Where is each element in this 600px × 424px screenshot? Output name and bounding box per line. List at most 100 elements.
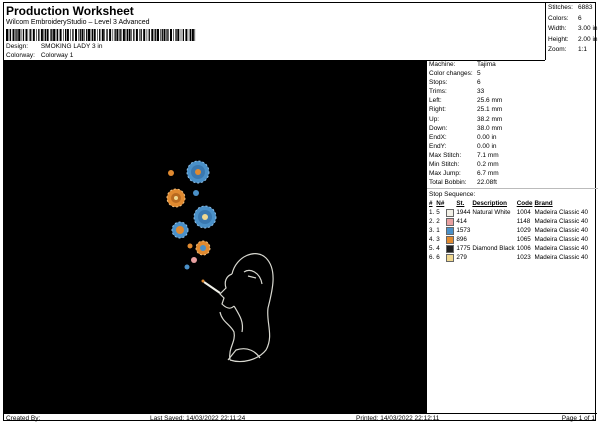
panel-divider [427, 188, 598, 190]
barcode-bar [51, 29, 53, 41]
barcode-bar [38, 29, 40, 41]
cell-st: 1775 [456, 245, 471, 253]
cell-st: 1944 [456, 209, 471, 217]
barcode-bar [188, 29, 190, 41]
barcode-bar [101, 29, 104, 41]
table-row: 3. 1 1573 1029 Madeira Classic 40 [428, 226, 589, 235]
stat-value: 25.6 mm [477, 97, 503, 105]
barcode-bar [139, 29, 140, 41]
stat-value: 6.7 mm [477, 170, 499, 178]
barcode-bar [70, 29, 71, 41]
stat-value: 38.0 mm [477, 124, 503, 132]
barcode-bar [155, 29, 157, 41]
stat-value: 22.08ft [477, 179, 497, 187]
summary-key: Width: [548, 25, 567, 32]
page-title: Production Worksheet [6, 4, 134, 18]
barcode-bar [128, 29, 131, 41]
color-swatch-cell [445, 244, 455, 253]
barcode-bar [63, 29, 64, 41]
barcode-bar [81, 29, 84, 41]
stat-row: Right: 25.1 mm [427, 105, 598, 114]
stat-row: Max Stitch: 7.1 mm [427, 151, 598, 160]
stat-value: 6 [477, 79, 481, 87]
barcode-bar [8, 29, 10, 41]
stat-key: Trims: [429, 88, 447, 96]
stat-row: Machine: Tajima [427, 60, 598, 69]
column-header: Description [472, 200, 507, 208]
summary-row: Stitches: 6883 [546, 3, 598, 14]
barcode-bar [125, 29, 127, 41]
summary-row: Colors: 6 [546, 14, 598, 25]
cell-n: 4. [429, 236, 435, 244]
lady-outline [219, 253, 274, 363]
barcode-bar [194, 29, 196, 41]
color-swatch [446, 217, 455, 226]
barcode-bar [53, 29, 56, 41]
barcode-bar [79, 29, 81, 41]
stat-row: Trims: 33 [427, 87, 598, 96]
barcode-bar [112, 29, 114, 41]
summary-key: Colors: [548, 14, 569, 22]
stat-row: Down: 38.0 mm [427, 124, 598, 133]
barcode-bar [106, 29, 108, 41]
color-swatch [446, 235, 455, 244]
cell-needle: 3 [436, 236, 440, 244]
barcode-bar [20, 29, 22, 41]
barcode-bar [135, 29, 138, 41]
barcode-bar [131, 29, 132, 41]
stat-row: Stops: 6 [427, 78, 598, 87]
stat-row: Up: 38.2 mm [427, 115, 598, 124]
barcode-bar [30, 29, 32, 41]
colorway-value: Colorway 1 [40, 52, 74, 59]
stat-value: 5 [477, 70, 481, 78]
barcode-bar [185, 29, 188, 41]
stop-sequence-label: Stop Sequence: [429, 191, 476, 199]
color-swatch-cell [445, 253, 455, 262]
cell-desc [471, 253, 515, 262]
column-header [445, 199, 455, 208]
cell-desc: Natural White [472, 209, 511, 217]
info-panel: Machine: Tajima Color changes: 5 Stops: 6 Trim… [426, 60, 598, 413]
barcode-bar [93, 29, 96, 41]
cell-desc [471, 226, 515, 235]
summary-value: 2.00 in [578, 35, 598, 43]
color-swatch [446, 208, 455, 217]
column-header: # [429, 200, 433, 208]
stat-key: Total Bobbin: [429, 179, 467, 187]
barcode-bar [88, 29, 90, 41]
cell-brand: Madeira Classic 40 [534, 245, 588, 253]
stat-row: EndX: 0.00 in [427, 133, 598, 142]
barcode-bar [91, 29, 94, 41]
barcode-bar [180, 29, 182, 41]
cell-brand: Madeira Classic 40 [534, 209, 588, 217]
barcode-bar [148, 29, 150, 41]
cell-n: 5. [429, 245, 435, 253]
barcode-bar [18, 29, 21, 41]
cell-code: 1023 [516, 254, 531, 262]
barcode-bar [173, 29, 174, 41]
colorway-row: Colorway: Colorway 1 [6, 52, 73, 59]
color-swatch [446, 244, 455, 253]
barcode-bar [126, 29, 128, 41]
cell-needle: 1 [436, 227, 440, 235]
summary-value: 3.00 in [578, 25, 598, 32]
stat-value: 25.1 mm [477, 106, 503, 114]
cell-brand: Madeira Classic 40 [534, 218, 588, 226]
barcode-bar [146, 29, 148, 41]
barcode-bar [9, 29, 12, 41]
cell-code: 1006 [516, 245, 531, 253]
cell-desc [471, 235, 515, 244]
column-header: St. [456, 200, 465, 208]
table-row: 1. 5 1944 Natural White 1004 Madeira Classic … [428, 208, 589, 217]
barcode-bar [32, 29, 35, 41]
stat-key: Min Stitch: [429, 161, 460, 169]
barcode-bar [65, 29, 67, 41]
summary-row: Height: 2.00 in [546, 35, 598, 46]
barcode-bar [43, 29, 45, 41]
cell-code: 1029 [516, 227, 531, 235]
barcode-bar [151, 29, 154, 41]
summary-row: Width: 3.00 in [546, 24, 598, 35]
barcode-bar [175, 29, 177, 41]
table-row: 5. 4 1775 Diamond Black 1006 Madeira Classic … [428, 244, 589, 253]
barcode-bar [177, 29, 180, 41]
